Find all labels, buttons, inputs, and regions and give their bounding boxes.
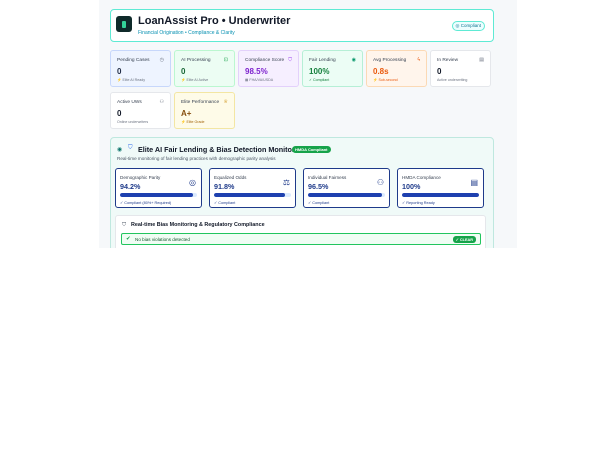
shield-icon: ⛉ bbox=[288, 57, 292, 63]
people-icon: ⚇ bbox=[376, 178, 384, 187]
metric-progress-fill bbox=[120, 193, 193, 197]
stat-value: 0.8s bbox=[373, 67, 389, 76]
stat-subtext: ▦ FHA/VA/USDA bbox=[245, 78, 274, 82]
metric-status: ✓ Compliant (80%+ Required) bbox=[120, 201, 172, 205]
stat-subtext: Active underwriting bbox=[437, 78, 468, 82]
document-icon: ▤ bbox=[470, 178, 478, 187]
stat-subtext: ⚡ Elite Grade bbox=[181, 120, 205, 124]
shield-icon: ⛉ bbox=[122, 222, 127, 228]
realtime-title: Real-time Bias Monitoring & Regulatory C… bbox=[131, 222, 265, 228]
stat-subtext: ⚡ Sub-second bbox=[373, 78, 398, 82]
stat-subtext: ✓ Compliant bbox=[309, 78, 330, 82]
bolt-icon: ϟ bbox=[417, 57, 420, 63]
brand-title: LoanAssist Pro • Underwriter bbox=[138, 15, 291, 27]
stat-label: Fair Lending bbox=[309, 58, 336, 63]
metric-status: ✓ Compliant bbox=[308, 201, 330, 205]
stat-subtext: ⚡ Elite AI Active bbox=[181, 78, 209, 82]
metric-status: ✓ Reporting Ready bbox=[402, 201, 435, 205]
monitor-title: Elite AI Fair Lending & Bias Detection M… bbox=[138, 145, 295, 154]
shield-logo-icon bbox=[116, 16, 132, 32]
stat-value: 0 bbox=[117, 109, 122, 118]
robot-icon: ⊡ bbox=[223, 57, 228, 63]
stat-label: Avg Processing bbox=[373, 58, 407, 63]
file-icon: ▤ bbox=[479, 57, 484, 63]
metric-card-equalized-odds[interactable]: Equalized Odds 91.8% ⚖ ✓ Compliant bbox=[209, 168, 296, 208]
stat-label: In Review bbox=[437, 58, 459, 63]
stat-card-compliance-score[interactable]: Compliance Score ⛉ 98.5% ▦ FHA/VA/USDA bbox=[238, 50, 299, 87]
users-icon: ⚇ bbox=[159, 99, 164, 105]
stat-card-avg-processing[interactable]: Avg Processing ϟ 0.8s ⚡ Sub-second bbox=[366, 50, 427, 87]
stat-subtext: ⚡ Elite AI Ready bbox=[117, 78, 146, 82]
stat-card-fair-lending[interactable]: Fair Lending ◉ 100% ✓ Compliant bbox=[302, 50, 363, 87]
brand-tagline: Financial Origination • Compliance & Cla… bbox=[138, 30, 235, 36]
metric-progress-fill bbox=[308, 193, 383, 197]
target-icon: ◎ bbox=[189, 178, 196, 187]
eye-icon: ◉ bbox=[351, 57, 356, 63]
metric-label: Equalized Odds bbox=[214, 175, 247, 180]
stat-label: Pending Cases bbox=[117, 58, 150, 63]
metric-label: Individual Fairness bbox=[308, 175, 347, 180]
stat-label: Elite Performance bbox=[181, 100, 220, 105]
fair-lending-monitor-panel: ◉ ⛉ Elite AI Fair Lending & Bias Detecti… bbox=[110, 137, 494, 248]
clock-icon: ◷ bbox=[159, 57, 164, 63]
app-header: LoanAssist Pro • Underwriter Financial O… bbox=[110, 9, 494, 42]
stat-label: Active UWs bbox=[117, 100, 142, 105]
metric-card-demographic-parity[interactable]: Demographic Parity 94.2% ◎ ✓ Compliant (… bbox=[115, 168, 202, 208]
metric-progress-fill bbox=[402, 193, 479, 197]
metric-label: HMDA Compliance bbox=[402, 175, 441, 180]
compliance-status-badge: ◎ Compliant bbox=[451, 21, 485, 31]
metric-progress-bar bbox=[214, 193, 291, 197]
metric-progress-fill bbox=[214, 193, 285, 197]
underwriter-dashboard: LoanAssist Pro • Underwriter Financial O… bbox=[99, 0, 517, 248]
stat-subtext: Online underwriters bbox=[117, 120, 149, 124]
bias-status-row: ✔ No bias violations detected ✓ CLEAR bbox=[121, 233, 481, 245]
metric-label: Demographic Parity bbox=[120, 175, 161, 180]
stat-card-in-review[interactable]: In Review ▤ 0 Active underwriting bbox=[430, 50, 491, 87]
stat-value: 98.5% bbox=[245, 67, 268, 76]
stat-card-active-uws[interactable]: Active UWs ⚇ 0 Online underwriters bbox=[110, 92, 171, 129]
eye-icon: ◉ bbox=[117, 147, 123, 153]
compliance-badge-label: Compliant bbox=[460, 23, 481, 28]
metric-status: ✓ Compliant bbox=[214, 201, 236, 205]
stat-value: 100% bbox=[309, 67, 330, 76]
metric-value: 96.5% bbox=[308, 182, 329, 191]
scale-icon: ⚖ bbox=[282, 178, 290, 187]
bias-status-text: No bias violations detected bbox=[135, 237, 190, 242]
stat-value: A+ bbox=[181, 109, 192, 118]
metric-value: 100% bbox=[402, 182, 421, 191]
metric-progress-bar bbox=[308, 193, 385, 197]
stat-value: 0 bbox=[437, 67, 442, 76]
metric-progress-bar bbox=[402, 193, 479, 197]
stat-card-elite-performance[interactable]: Elite Performance ♕ A+ ⚡ Elite Grade bbox=[174, 92, 235, 129]
stat-card-pending-cases[interactable]: Pending Cases ◷ 0 ⚡ Elite AI Ready bbox=[110, 50, 171, 87]
metric-value: 94.2% bbox=[120, 182, 141, 191]
metric-card-individual-fairness[interactable]: Individual Fairness 96.5% ⚇ ✓ Compliant bbox=[303, 168, 390, 208]
check-circle-icon: ✔ bbox=[126, 236, 131, 242]
metric-value: 91.8% bbox=[214, 182, 235, 191]
stat-label: Compliance Score bbox=[245, 58, 285, 63]
realtime-bias-monitoring-section: ⛉ Real-time Bias Monitoring & Regulatory… bbox=[115, 215, 486, 248]
monitor-description: Real-time monitoring of fair lending pra… bbox=[117, 156, 276, 161]
stat-value: 0 bbox=[117, 67, 122, 76]
trophy-icon: ♕ bbox=[223, 99, 228, 105]
metric-card-hmda-compliance[interactable]: HMDA Compliance 100% ▤ ✓ Reporting Ready bbox=[397, 168, 484, 208]
clear-status-badge: ✓ CLEAR bbox=[452, 236, 476, 243]
stat-label: AI Processing bbox=[181, 58, 211, 63]
shield-icon: ⛉ bbox=[128, 145, 133, 151]
stat-value: 0 bbox=[181, 67, 186, 76]
stat-card-ai-processing[interactable]: AI Processing ⊡ 0 ⚡ Elite AI Active bbox=[174, 50, 235, 87]
metric-progress-bar bbox=[120, 193, 197, 197]
hmda-compliant-badge: HMDA Compliant bbox=[292, 146, 331, 153]
